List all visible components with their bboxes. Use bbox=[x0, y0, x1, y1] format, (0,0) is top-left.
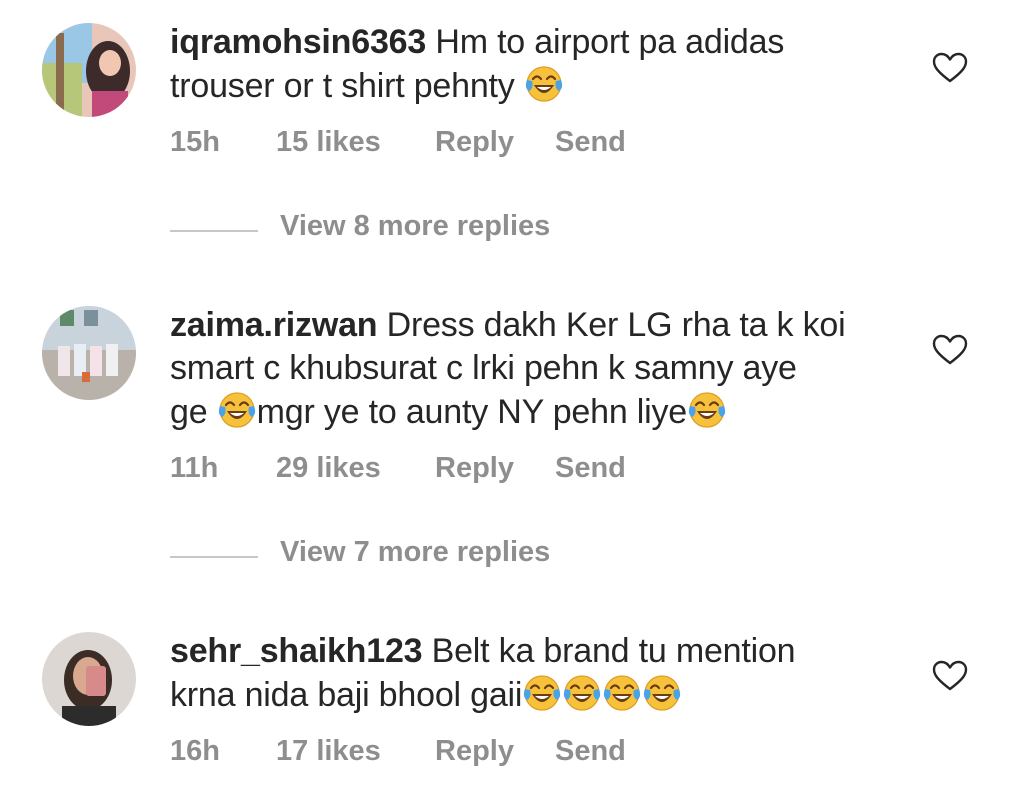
comment-body-line: smart c khubsurat c lrki pehn k samny ay… bbox=[170, 349, 797, 387]
view-replies-button[interactable]: View 8 more replies bbox=[280, 210, 550, 243]
avatar[interactable] bbox=[42, 632, 136, 726]
likes-count[interactable]: 29 likes bbox=[276, 452, 381, 485]
timestamp: 16h bbox=[170, 735, 220, 767]
comment-body-line: trouser or t shirt pehnty bbox=[170, 67, 515, 105]
send-button[interactable]: Send bbox=[555, 735, 626, 768]
laughing-emoji-icon bbox=[522, 673, 562, 713]
comment-body-line: krna nida baji bhool gaii bbox=[170, 676, 523, 714]
comment-body-line: mgr ye to aunty NY pehn liye bbox=[256, 393, 688, 431]
view-replies-button[interactable]: View 7 more replies bbox=[280, 536, 550, 569]
reply-button[interactable]: Reply bbox=[435, 735, 514, 768]
avatar[interactable] bbox=[42, 23, 136, 117]
likes-count[interactable]: 17 likes bbox=[276, 735, 381, 768]
likes-count[interactable]: 15 likes bbox=[276, 126, 381, 159]
laughing-emoji-icon bbox=[642, 673, 682, 713]
heart-outline-icon[interactable] bbox=[932, 52, 968, 84]
username[interactable]: iqramohsin6363 bbox=[170, 23, 426, 61]
comment-text: zaima.rizwan Dress dakh Ker LG rha ta k … bbox=[170, 304, 900, 434]
laughing-emoji-icon bbox=[524, 64, 564, 104]
comment-body-line: Dress dakh Ker LG rha ta k koi bbox=[386, 306, 846, 344]
replies-divider bbox=[170, 230, 258, 232]
comment-body-line: Hm to airport pa adidas bbox=[435, 23, 785, 61]
comment-text: iqramohsin6363 Hm to airport pa adidas t… bbox=[170, 21, 900, 108]
comment-body-line: Belt ka brand tu mention bbox=[431, 632, 796, 670]
comment-body-line: ge bbox=[170, 393, 208, 431]
heart-outline-icon[interactable] bbox=[932, 660, 968, 692]
send-button[interactable]: Send bbox=[555, 452, 626, 485]
timestamp: 11h bbox=[170, 452, 219, 484]
laughing-emoji-icon bbox=[687, 390, 727, 430]
reply-button[interactable]: Reply bbox=[435, 126, 514, 159]
laughing-emoji-icon bbox=[562, 673, 602, 713]
reply-button[interactable]: Reply bbox=[435, 452, 514, 485]
avatar[interactable] bbox=[42, 306, 136, 400]
heart-outline-icon[interactable] bbox=[932, 334, 968, 366]
laughing-emoji-icon bbox=[217, 390, 257, 430]
timestamp: 15h bbox=[170, 126, 220, 158]
username[interactable]: sehr_shaikh123 bbox=[170, 632, 423, 670]
comment-text: sehr_shaikh123 Belt ka brand tu mention … bbox=[170, 630, 900, 717]
replies-divider bbox=[170, 556, 258, 558]
username[interactable]: zaima.rizwan bbox=[170, 306, 378, 344]
send-button[interactable]: Send bbox=[555, 126, 626, 159]
laughing-emoji-icon bbox=[602, 673, 642, 713]
